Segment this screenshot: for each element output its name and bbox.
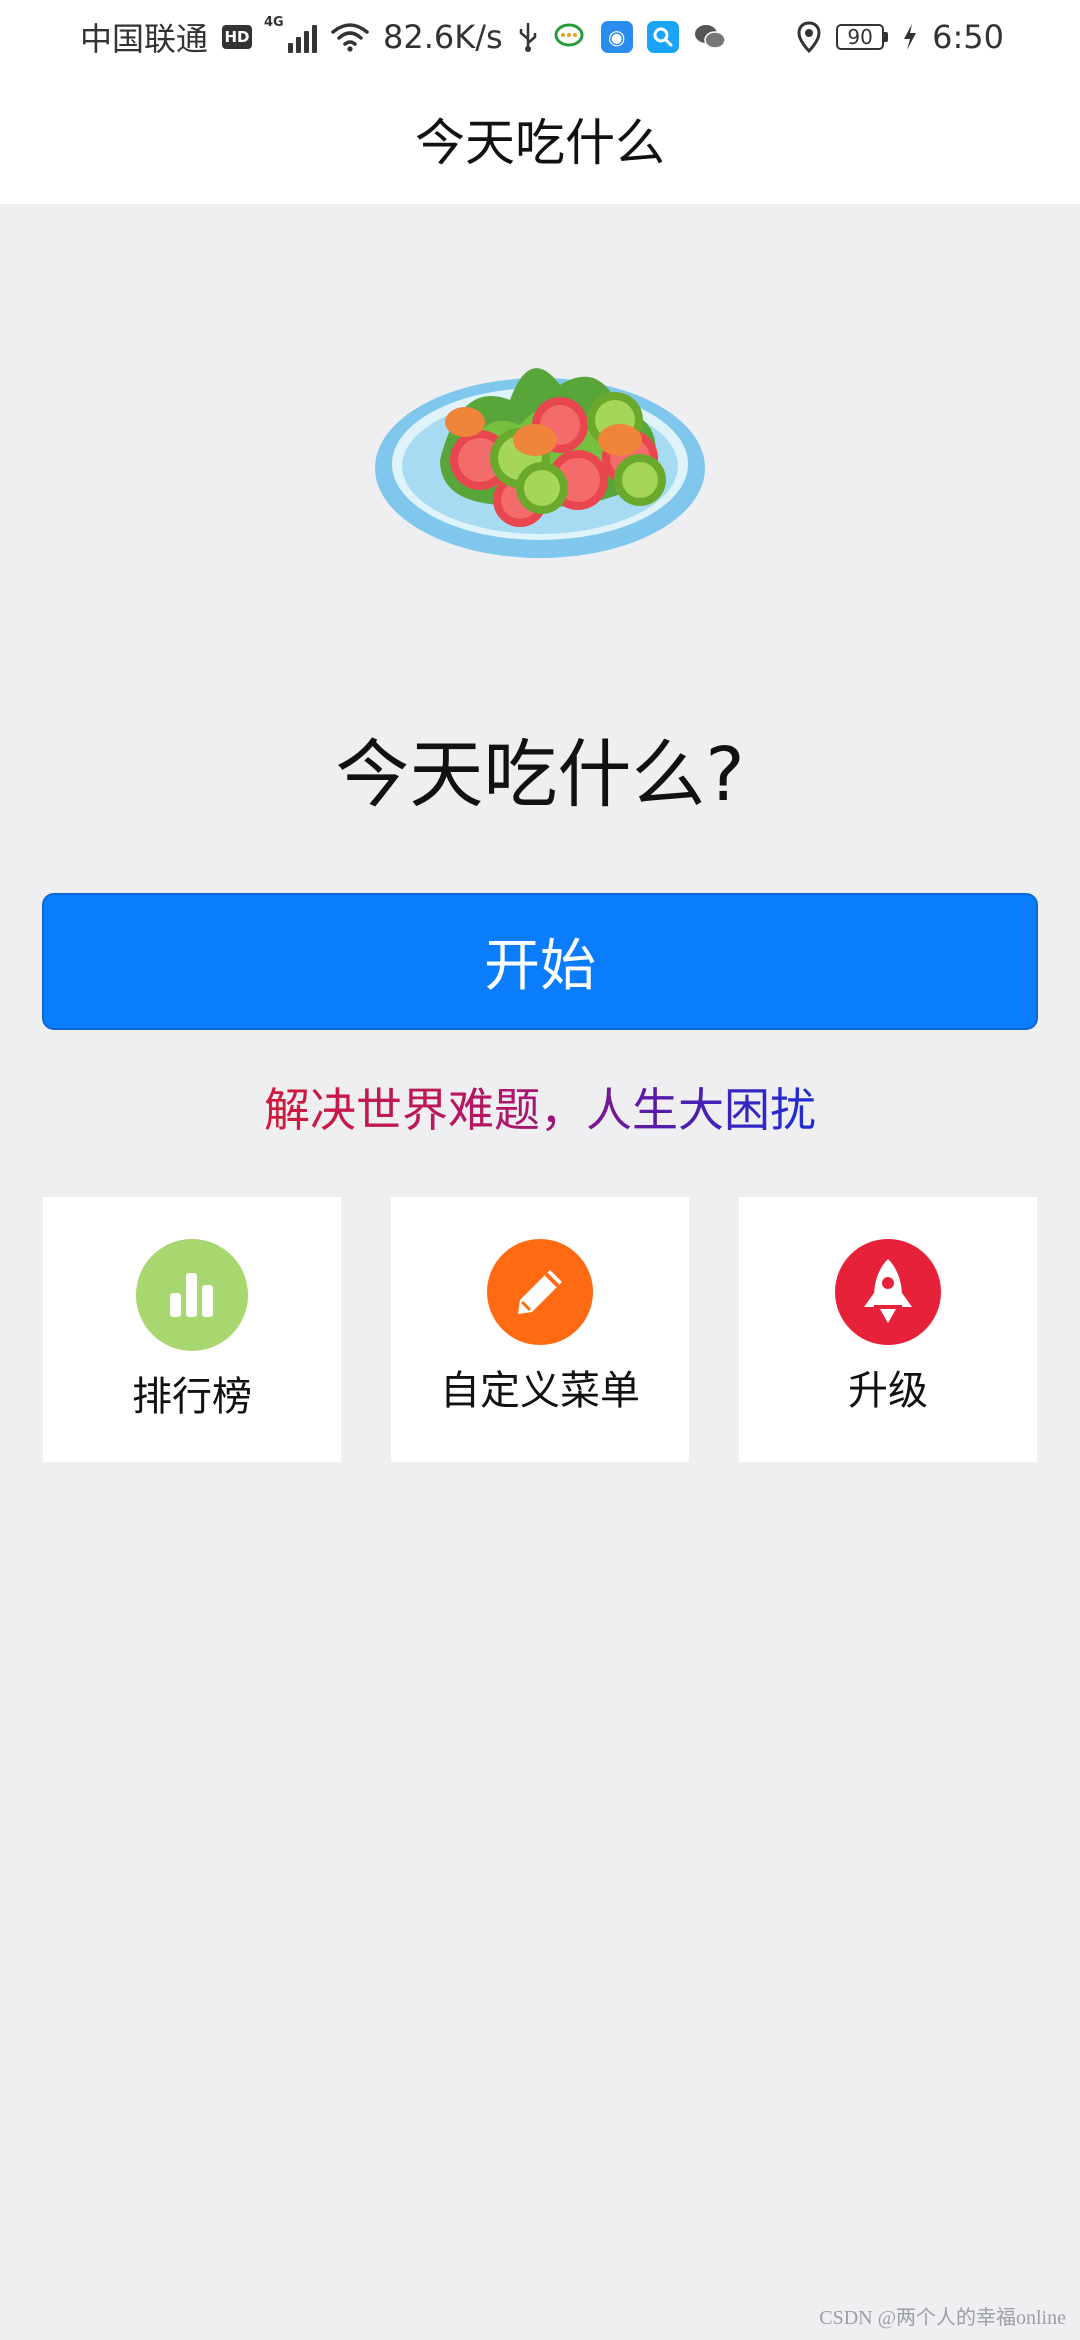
custom-menu-card[interactable]: 自定义菜单 bbox=[391, 1197, 689, 1462]
start-button[interactable]: 开始 bbox=[42, 893, 1038, 1030]
page-title: 今天吃什么 bbox=[415, 114, 665, 172]
status-bar: 中国联通 HD 4G 82.6K/s ◉ 90 6:50 bbox=[0, 0, 1080, 74]
clock-time: 6:50 bbox=[932, 18, 1004, 56]
battery-level: 90 bbox=[836, 24, 885, 50]
charging-icon bbox=[904, 24, 917, 50]
pencil-icon bbox=[487, 1239, 593, 1345]
wechat-icon bbox=[694, 25, 726, 49]
app-notification-icon: ◉ bbox=[600, 21, 633, 53]
status-bar-left: 中国联通 HD 4G 82.6K/s ◉ bbox=[80, 14, 727, 60]
ranking-label: 排行榜 bbox=[132, 1374, 252, 1420]
chat-bubble-icon bbox=[554, 23, 584, 47]
wifi-icon bbox=[331, 23, 369, 52]
cellular-signal-icon: 4G bbox=[264, 15, 318, 53]
battery-icon: 90 bbox=[836, 24, 889, 50]
carrier-name: 中国联通 bbox=[80, 20, 209, 58]
usb-icon bbox=[519, 23, 536, 52]
watermark-text: CSDN @两个人的幸福online bbox=[819, 2307, 1066, 2329]
question-heading: 今天吃什么? bbox=[335, 732, 745, 818]
status-bar-right: 90 6:50 bbox=[796, 14, 1004, 60]
network-type: 4G bbox=[264, 15, 284, 30]
bar-chart-icon bbox=[136, 1239, 248, 1351]
slogan-text: 解决世界难题，人生大困扰 bbox=[0, 1075, 1080, 1145]
feature-grid: 排行榜 自定义菜单 升级 bbox=[43, 1197, 1037, 1462]
salad-plate-illustration bbox=[375, 368, 705, 558]
location-icon bbox=[797, 21, 821, 53]
ranking-card[interactable]: 排行榜 bbox=[43, 1197, 341, 1462]
search-app-icon bbox=[646, 21, 679, 53]
rocket-icon bbox=[835, 1239, 941, 1345]
upgrade-label: 升级 bbox=[848, 1368, 928, 1414]
hd-icon: HD bbox=[222, 25, 253, 49]
navigation-bar: 今天吃什么 bbox=[0, 74, 1080, 204]
upgrade-card[interactable]: 升级 bbox=[739, 1197, 1037, 1462]
slogan-label: 解决世界难题，人生大困扰 bbox=[264, 1083, 816, 1137]
network-speed: 82.6K/s bbox=[383, 18, 503, 56]
custom-menu-label: 自定义菜单 bbox=[440, 1368, 640, 1414]
